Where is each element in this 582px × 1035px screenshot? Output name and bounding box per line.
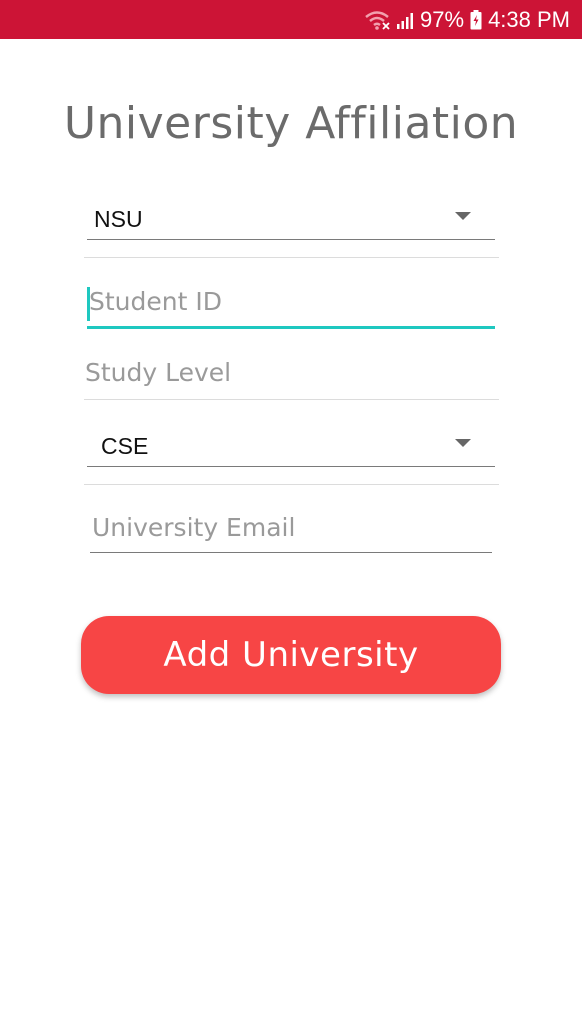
- university-spinner-value: NSU: [94, 206, 143, 232]
- department-spinner-value: CSE: [101, 433, 149, 459]
- divider: [84, 399, 499, 400]
- divider: [84, 484, 499, 485]
- study-level-field[interactable]: Study Level: [84, 358, 499, 400]
- page-title: University Affiliation: [63, 98, 519, 149]
- student-id-input[interactable]: [87, 287, 495, 322]
- chevron-down-icon: [455, 212, 471, 220]
- signal-icon: [396, 11, 414, 29]
- text-cursor: [87, 287, 90, 321]
- university-spinner[interactable]: NSU: [87, 196, 495, 240]
- wifi-icon: [364, 10, 390, 30]
- study-level-label: Study Level: [85, 358, 232, 387]
- department-spinner[interactable]: CSE: [87, 423, 495, 467]
- battery-percent: 97%: [420, 6, 465, 32]
- divider: [84, 257, 499, 258]
- battery-charging-icon: [470, 9, 482, 30]
- university-email-input[interactable]: [90, 513, 492, 548]
- status-bar: 97% 4:38 PM: [0, 0, 582, 39]
- add-university-button[interactable]: Add University: [81, 616, 501, 694]
- university-email-field[interactable]: [90, 513, 492, 553]
- student-id-field[interactable]: [87, 287, 495, 329]
- chevron-down-icon: [455, 439, 471, 447]
- clock: 4:38 PM: [488, 6, 570, 32]
